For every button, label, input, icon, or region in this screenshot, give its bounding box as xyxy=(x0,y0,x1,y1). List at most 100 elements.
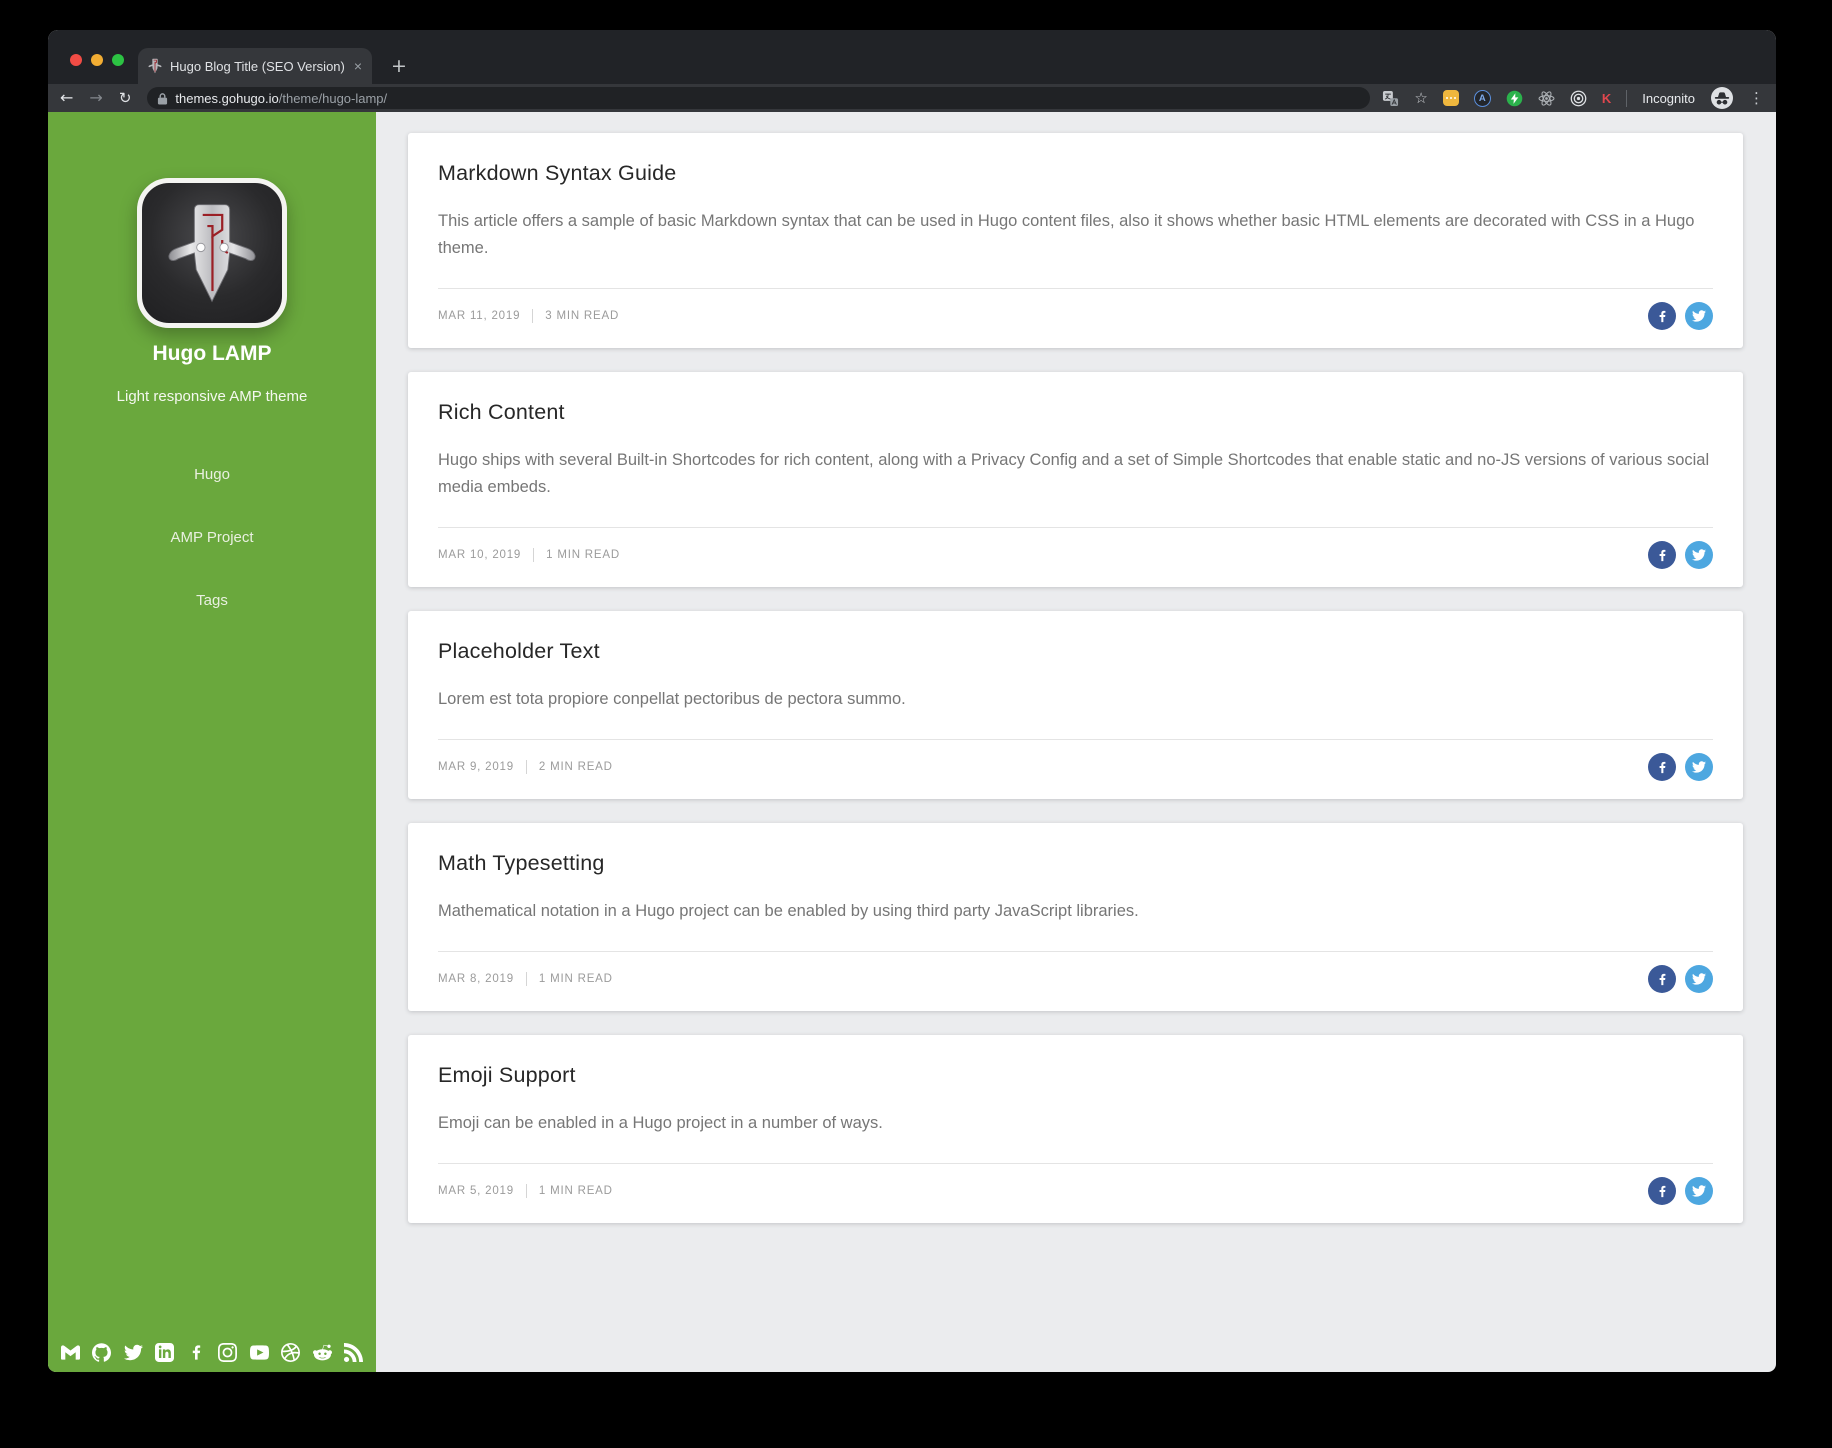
post-title[interactable]: Placeholder Text xyxy=(438,639,1713,664)
meta-separator xyxy=(532,309,534,323)
forward-arrow-icon[interactable]: → xyxy=(89,90,102,106)
menu-dots-icon[interactable]: ⋮ xyxy=(1749,89,1764,107)
github-icon xyxy=(92,1343,112,1362)
facebook-icon xyxy=(1659,1185,1665,1197)
concentric-circles-icon[interactable] xyxy=(1570,90,1587,107)
post-footer: MAR 5, 2019 1 MIN READ xyxy=(438,1163,1713,1205)
browser-tab[interactable]: Hugo Blog Title (SEO Version) × xyxy=(138,48,372,84)
new-tab-button[interactable]: + xyxy=(386,53,412,79)
facebook-icon xyxy=(1659,310,1665,322)
youtube-icon xyxy=(249,1345,269,1360)
twitter-icon xyxy=(1692,973,1706,985)
share-facebook-button[interactable] xyxy=(1648,541,1676,569)
twitter-icon xyxy=(1692,1185,1706,1197)
site-logo[interactable] xyxy=(137,178,287,328)
post-title[interactable]: Markdown Syntax Guide xyxy=(438,161,1713,186)
bookmark-star-icon[interactable]: ☆ xyxy=(1414,90,1427,106)
gmail-icon xyxy=(61,1345,80,1360)
meta-separator xyxy=(533,548,535,562)
letter-k-icon[interactable]: K xyxy=(1602,91,1611,106)
post-footer: MAR 9, 2019 2 MIN READ xyxy=(438,739,1713,781)
incognito-label: Incognito xyxy=(1642,90,1695,106)
minimize-window-button[interactable] xyxy=(91,54,103,66)
facebook-icon xyxy=(1659,973,1665,985)
address-bar[interactable]: themes.gohugo.io/theme/hugo-lamp/ xyxy=(147,87,1371,109)
post-card: Markdown Syntax Guide This article offer… xyxy=(408,133,1743,348)
sidebar-nav-hugo[interactable]: Hugo xyxy=(194,443,230,506)
back-arrow-icon[interactable]: ← xyxy=(60,90,73,106)
share-twitter-button[interactable] xyxy=(1685,541,1713,569)
incognito-spy-icon xyxy=(1711,87,1733,109)
close-window-button[interactable] xyxy=(70,54,82,66)
twitter-icon xyxy=(1692,761,1706,773)
twitter-icon xyxy=(123,1344,143,1361)
post-excerpt: Mathematical notation in a Hugo project … xyxy=(438,902,1139,920)
twitter-icon xyxy=(1692,310,1706,322)
post-footer: MAR 8, 2019 1 MIN READ xyxy=(438,951,1713,993)
social-github-link[interactable] xyxy=(92,1343,112,1362)
translate-icon[interactable] xyxy=(1382,90,1399,107)
hugo-lamp-favicon xyxy=(148,58,162,74)
post-footer: MAR 11, 2019 3 MIN READ xyxy=(438,288,1713,330)
reload-icon[interactable]: ↻ xyxy=(119,90,132,106)
share-twitter-button[interactable] xyxy=(1685,965,1713,993)
post-title[interactable]: Math Typesetting xyxy=(438,851,1713,876)
url-host: themes.gohugo.io xyxy=(175,90,279,106)
share-twitter-button[interactable] xyxy=(1685,1177,1713,1205)
site-subtitle: Light responsive AMP theme xyxy=(116,388,308,405)
url-path: /theme/hugo-lamp/ xyxy=(278,90,388,106)
post-read-time: 3 MIN READ xyxy=(545,310,620,322)
share-twitter-button[interactable] xyxy=(1685,302,1713,330)
post-title[interactable]: Rich Content xyxy=(438,400,1713,425)
social-dribbble-link[interactable] xyxy=(281,1343,301,1362)
share-facebook-button[interactable] xyxy=(1648,965,1676,993)
screen: Hugo Blog Title (SEO Version) × + ← → ↻ … xyxy=(0,0,1832,1448)
social-youtube-link[interactable] xyxy=(249,1343,269,1362)
post-card: Emoji Support Emoji can be enabled in a … xyxy=(408,1035,1743,1223)
post-footer: MAR 10, 2019 1 MIN READ xyxy=(438,527,1713,569)
social-links-row xyxy=(48,1343,376,1362)
social-facebook-link[interactable] xyxy=(187,1343,206,1362)
post-read-time: 1 MIN READ xyxy=(538,973,613,985)
fullscreen-window-button[interactable] xyxy=(112,54,124,66)
sidebar-nav-amp-project[interactable]: AMP Project xyxy=(170,506,253,569)
social-rss-link[interactable] xyxy=(343,1343,363,1362)
post-title[interactable]: Emoji Support xyxy=(438,1063,1713,1088)
meta-separator xyxy=(525,972,527,986)
meta-separator xyxy=(525,1184,527,1198)
post-read-time: 1 MIN READ xyxy=(546,549,620,561)
tab-strip: Hugo Blog Title (SEO Version) × + xyxy=(48,30,1776,84)
post-excerpt: Hugo ships with several Built-in Shortco… xyxy=(438,451,1710,496)
browser-window: Hugo Blog Title (SEO Version) × + ← → ↻ … xyxy=(48,30,1776,1372)
tab-close-icon[interactable]: × xyxy=(354,59,362,73)
share-facebook-button[interactable] xyxy=(1648,1177,1676,1205)
extension-letter-a-icon[interactable]: A xyxy=(1473,89,1491,107)
post-card: Math Typesetting Mathematical notation i… xyxy=(408,823,1743,1011)
linkedin-icon xyxy=(155,1343,175,1362)
reddit-icon xyxy=(312,1344,332,1361)
share-twitter-button[interactable] xyxy=(1685,753,1713,781)
post-date: MAR 5, 2019 xyxy=(438,1185,514,1197)
sidebar-nav-tags[interactable]: Tags xyxy=(196,569,228,632)
instagram-icon xyxy=(218,1343,238,1362)
toolbar-separator xyxy=(1626,89,1628,107)
atom-icon[interactable] xyxy=(1538,90,1555,107)
social-instagram-link[interactable] xyxy=(218,1343,238,1362)
share-facebook-button[interactable] xyxy=(1648,753,1676,781)
share-facebook-button[interactable] xyxy=(1648,302,1676,330)
post-card: Rich Content Hugo ships with several Bui… xyxy=(408,372,1743,587)
social-twitter-link[interactable] xyxy=(123,1343,143,1362)
social-gmail-link[interactable] xyxy=(61,1343,80,1362)
facebook-icon xyxy=(1659,761,1665,773)
facebook-icon xyxy=(1659,549,1665,561)
lock-icon xyxy=(158,92,168,104)
social-reddit-link[interactable] xyxy=(312,1343,332,1362)
dribbble-icon xyxy=(281,1343,301,1362)
post-date: MAR 9, 2019 xyxy=(438,761,514,773)
social-linkedin-link[interactable] xyxy=(155,1343,175,1362)
amp-lightning-icon[interactable] xyxy=(1506,90,1523,107)
tab-title: Hugo Blog Title (SEO Version) xyxy=(170,58,345,74)
post-read-time: 2 MIN READ xyxy=(538,761,613,773)
site-title[interactable]: Hugo LAMP xyxy=(153,342,272,366)
extension-yellow-dots-icon[interactable] xyxy=(1442,90,1459,106)
